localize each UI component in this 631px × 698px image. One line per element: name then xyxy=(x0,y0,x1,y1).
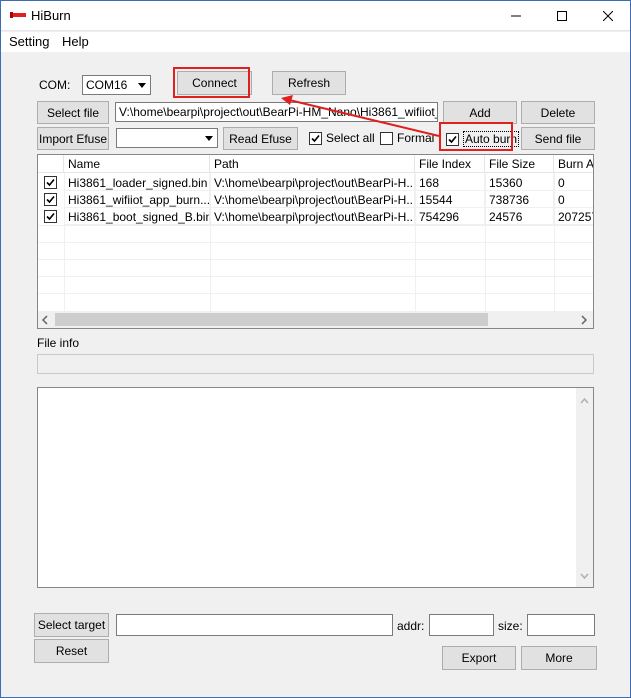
cell-file-index: 754296 xyxy=(415,208,485,225)
file-table[interactable]: Name Path File Index File Size Burn A Hi… xyxy=(37,154,594,329)
hiburn-window: HiBurn Setting Help COM: COM16 Connect R… xyxy=(0,0,631,698)
log-vertical-scrollbar[interactable] xyxy=(576,388,593,587)
menu-setting[interactable]: Setting xyxy=(5,34,53,49)
scrollbar-thumb[interactable] xyxy=(55,313,488,326)
cell-file-size: 738736 xyxy=(485,191,554,208)
grid-line xyxy=(38,276,593,277)
scroll-up-icon[interactable] xyxy=(580,393,589,407)
cell-burn-addr: 0 xyxy=(554,174,593,191)
close-icon xyxy=(603,11,613,21)
cell-name: Hi3861_boot_signed_B.bin xyxy=(64,208,210,225)
cell-file-index: 168 xyxy=(415,174,485,191)
grid-line xyxy=(38,242,593,243)
grid-line xyxy=(38,225,593,226)
column-header-burn-addr[interactable]: Burn A xyxy=(554,155,593,173)
cell-burn-addr: 0 xyxy=(554,191,593,208)
size-input[interactable] xyxy=(527,614,595,636)
row-checkbox[interactable] xyxy=(44,210,57,223)
table-horizontal-scrollbar[interactable] xyxy=(38,311,593,328)
grid-line xyxy=(210,173,211,311)
cell-name: Hi3861_wifiiot_app_burn... xyxy=(64,191,210,208)
cell-file-size: 24576 xyxy=(485,208,554,225)
grid-line xyxy=(415,173,416,311)
add-button[interactable]: Add xyxy=(443,101,517,124)
scroll-down-icon[interactable] xyxy=(580,568,589,582)
minimize-icon xyxy=(511,15,521,17)
grid-line xyxy=(38,293,593,294)
title-bar[interactable]: HiBurn xyxy=(1,1,630,31)
com-port-select[interactable]: COM16 xyxy=(82,75,151,95)
select-file-button[interactable]: Select file xyxy=(37,101,109,124)
menu-help[interactable]: Help xyxy=(58,34,93,49)
scroll-right-icon[interactable] xyxy=(581,314,588,328)
checkbox-checked-icon xyxy=(46,195,55,204)
cell-name: Hi3861_loader_signed.bin xyxy=(64,174,210,191)
com-port-value: COM16 xyxy=(86,78,128,92)
select-target-button[interactable]: Select target xyxy=(34,613,109,637)
column-header-path[interactable]: Path xyxy=(210,155,415,173)
row-checkbox[interactable] xyxy=(44,193,57,206)
row-checkbox[interactable] xyxy=(44,176,57,189)
hiburn-logo-icon xyxy=(10,12,26,18)
cell-path: V:\home\bearpi\project\out\BearPi-H... xyxy=(210,174,415,191)
more-button[interactable]: More xyxy=(521,646,597,670)
close-button[interactable] xyxy=(585,1,631,31)
connect-highlight-box xyxy=(173,67,250,98)
delete-button[interactable]: Delete xyxy=(521,101,595,124)
maximize-button[interactable] xyxy=(539,1,585,31)
checkbox-checked-icon xyxy=(46,178,55,187)
addr-label: addr: xyxy=(397,619,425,633)
annotation-arrow-icon xyxy=(281,95,440,137)
column-header-name[interactable]: Name xyxy=(64,155,210,173)
cell-file-index: 15544 xyxy=(415,191,485,208)
file-info-field xyxy=(37,354,594,374)
file-info-label: File info xyxy=(37,336,80,350)
scroll-left-icon[interactable] xyxy=(41,314,48,328)
cell-path: V:\home\bearpi\project\out\BearPi-H... xyxy=(210,191,415,208)
column-header-file-size[interactable]: File Size xyxy=(485,155,554,173)
size-label: size: xyxy=(498,619,523,633)
table-row[interactable]: Hi3861_wifiiot_app_burn... V:\home\bearpi… xyxy=(38,191,593,208)
chevron-down-icon xyxy=(200,129,217,147)
grid-line xyxy=(64,173,65,311)
column-header-file-index[interactable]: File Index xyxy=(415,155,485,173)
menu-bar: Setting Help xyxy=(1,32,630,52)
minimize-button[interactable] xyxy=(493,1,539,31)
export-button[interactable]: Export xyxy=(442,646,516,670)
chevron-down-icon xyxy=(133,76,150,94)
grid-line xyxy=(554,173,555,311)
checkbox-checked-icon xyxy=(46,212,55,221)
grid-line xyxy=(38,259,593,260)
maximize-icon xyxy=(557,11,567,21)
cell-burn-addr: 207257 xyxy=(554,208,593,225)
cell-path: V:\home\bearpi\project\out\BearPi-H... xyxy=(210,208,415,225)
table-row[interactable]: Hi3861_loader_signed.bin V:\home\bearpi\p… xyxy=(38,174,593,191)
import-efuse-button[interactable]: Import Efuse xyxy=(37,127,109,150)
table-row[interactable]: Hi3861_boot_signed_B.bin V:\home\bearpi\p… xyxy=(38,208,593,225)
com-label: COM: xyxy=(39,78,71,92)
addr-input[interactable] xyxy=(429,614,494,636)
target-input[interactable] xyxy=(116,614,393,636)
column-header-check[interactable] xyxy=(38,155,64,173)
cell-file-size: 15360 xyxy=(485,174,554,191)
send-file-button[interactable]: Send file xyxy=(521,127,595,150)
window-title: HiBurn xyxy=(31,8,71,23)
log-output-area[interactable] xyxy=(37,387,594,588)
grid-line xyxy=(485,173,486,311)
reset-button[interactable]: Reset xyxy=(34,639,109,663)
efuse-select[interactable] xyxy=(116,128,218,148)
